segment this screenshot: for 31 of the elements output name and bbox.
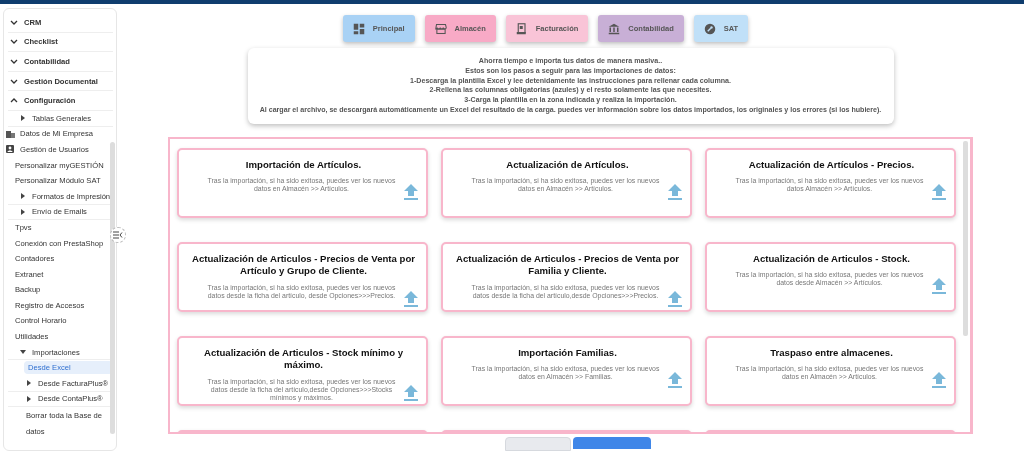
- wrench-icon: [703, 22, 716, 35]
- card-title: Traspaso entre almacenes.: [770, 346, 893, 360]
- card-title: Actualización de Articulos - Precios de Venta por Familia y Cliente.: [455, 252, 680, 278]
- upload-icon[interactable]: [404, 290, 418, 307]
- upload-icon[interactable]: [668, 184, 682, 201]
- upload-icon[interactable]: [932, 372, 946, 389]
- dashboard-icon: [352, 22, 365, 35]
- collapse-menu-icon[interactable]: [110, 227, 126, 243]
- upload-icon[interactable]: [932, 184, 946, 201]
- upload-icon[interactable]: [404, 184, 418, 201]
- receipt-icon: [515, 22, 528, 35]
- scrollbar[interactable]: [110, 142, 115, 434]
- card-title: Actualización de Articulos - Stock.: [753, 252, 910, 266]
- card-title: Importación de Artículos.: [245, 158, 362, 172]
- upload-icon[interactable]: [668, 290, 682, 307]
- card-title: Actualización de Artículos - Precios.: [748, 158, 915, 172]
- upload-icon[interactable]: [932, 278, 946, 295]
- import-card[interactable]: [177, 241, 428, 312]
- card-title: Actualización de Articulos - Stock mínimo y máximo.: [203, 346, 404, 372]
- user-card-icon: [6, 145, 14, 154]
- button[interactable]: [504, 437, 571, 451]
- card-title: Importación Familias.: [518, 346, 617, 360]
- scrollbar[interactable]: [963, 140, 968, 336]
- store-icon: [434, 22, 447, 35]
- card-title: Actualización de Articulos - Precios de Venta por Artículo y Grupo de Cliente.: [191, 252, 416, 278]
- card-title: Actualización de Artículos.: [506, 158, 629, 172]
- building-icon: [6, 129, 15, 138]
- bank-icon: [608, 22, 621, 35]
- upload-icon[interactable]: [404, 384, 418, 401]
- upload-icon[interactable]: [668, 372, 682, 389]
- button[interactable]: [572, 437, 651, 449]
